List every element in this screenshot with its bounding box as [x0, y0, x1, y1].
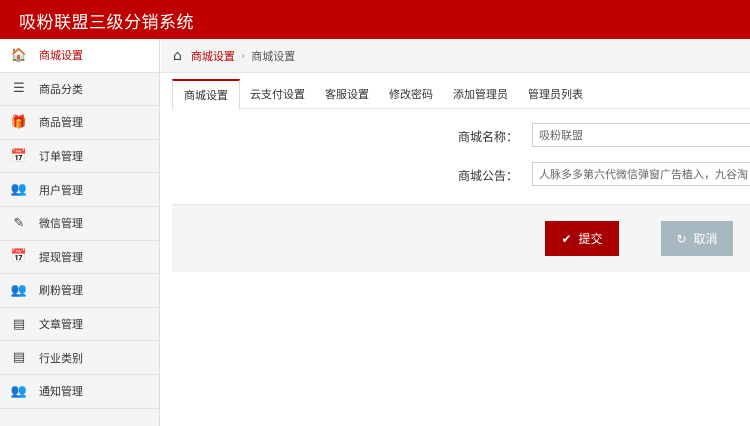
sidebar-item-mall-settings[interactable]: 🏠 商城设置 [0, 39, 159, 73]
sidebar-item-wechat-management[interactable]: ✎ 微信管理 [0, 207, 159, 241]
breadcrumb: ⌂ 商城设置 › 商城设置 [161, 39, 750, 73]
mall-notice-label: 商城公告： [457, 169, 518, 183]
home-icon[interactable]: ⌂ [173, 48, 182, 64]
users-icon: 👥 [10, 282, 28, 298]
sidebar-item-notification-management[interactable]: 👥 通知管理 [0, 375, 159, 409]
sidebar: 🏠 商城设置 ☰ 商品分类 🎁 商品管理 📅 订单管理 👥 用户管理 ✎ 微信管… [0, 39, 160, 426]
sidebar-item-label: 微信管理 [39, 217, 83, 231]
sidebar-item-label: 商品分类 [39, 82, 83, 96]
calendar-icon: 📅 [10, 249, 28, 265]
users-icon: 👥 [10, 182, 28, 198]
mall-notice-input[interactable] [532, 162, 750, 186]
sidebar-item-label: 行业类别 [39, 351, 83, 365]
cancel-button[interactable]: ↻ 取消 [661, 221, 733, 256]
gift-icon: 🎁 [10, 114, 28, 130]
tab-mall-settings[interactable]: 商城设置 [172, 79, 240, 110]
sidebar-item-label: 订单管理 [39, 150, 83, 164]
tab-admin-list[interactable]: 管理员列表 [518, 79, 593, 109]
mall-notice-row: 商城公告： [161, 162, 750, 186]
main-content: ⌂ 商城设置 › 商城设置 商城设置 云支付设置 客服设置 修改密码 添加管理员… [161, 39, 750, 426]
sidebar-item-withdrawal-management[interactable]: 📅 提现管理 [0, 241, 159, 275]
mall-name-label: 商城名称： [457, 130, 518, 144]
cancel-label: 取消 [693, 232, 718, 246]
tab-change-password[interactable]: 修改密码 [379, 79, 443, 109]
calendar-icon: 📅 [10, 148, 28, 164]
list-alt-icon: ▤ [12, 350, 26, 366]
breadcrumb-current: 商城设置 [251, 49, 296, 63]
tab-cloud-payment[interactable]: 云支付设置 [240, 79, 315, 109]
sidebar-item-label: 提现管理 [39, 250, 83, 264]
sidebar-item-label: 文章管理 [39, 318, 83, 332]
sidebar-item-article-management[interactable]: ▤ 文章管理 [0, 308, 159, 342]
sidebar-item-user-management[interactable]: 👥 用户管理 [0, 173, 159, 207]
form-actions: ✔ 提交 ↻ 取消 [172, 204, 750, 272]
sidebar-item-label: 用户管理 [39, 183, 83, 197]
chevron-right-icon: › [240, 49, 246, 62]
sidebar-item-label: 通知管理 [39, 385, 83, 399]
app-title: 吸粉联盟三级分销系统 [19, 13, 194, 33]
submit-label: 提交 [578, 232, 603, 246]
sidebar-item-product-categories[interactable]: ☰ 商品分类 [0, 73, 159, 107]
sidebar-item-label: 商城设置 [39, 49, 83, 63]
check-icon: ✔ [561, 231, 572, 246]
undo-icon: ↻ [676, 231, 687, 246]
sidebar-item-label: 商品管理 [39, 116, 83, 130]
tab-customer-service[interactable]: 客服设置 [315, 79, 379, 109]
top-header: 吸粉联盟三级分销系统 [0, 0, 750, 39]
tab-add-admin[interactable]: 添加管理员 [443, 79, 518, 109]
settings-tabs: 商城设置 云支付设置 客服设置 修改密码 添加管理员 管理员列表 [172, 79, 750, 110]
sidebar-item-fan-management[interactable]: 👥 刷粉管理 [0, 274, 159, 308]
home-icon: 🏠 [10, 47, 28, 63]
sidebar-item-product-management[interactable]: 🎁 商品管理 [0, 106, 159, 140]
mall-name-input[interactable] [532, 123, 750, 147]
list-alt-icon: ▤ [12, 316, 26, 332]
sidebar-item-label: 刷粉管理 [39, 284, 83, 298]
submit-button[interactable]: ✔ 提交 [545, 221, 619, 256]
edit-icon: ✎ [13, 215, 25, 231]
users-icon: 👥 [10, 383, 28, 399]
breadcrumb-link[interactable]: 商城设置 [191, 48, 235, 64]
list-icon: ☰ [13, 81, 25, 97]
mall-name-row: 商城名称： [161, 123, 750, 147]
sidebar-item-industry-categories[interactable]: ▤ 行业类别 [0, 341, 159, 375]
sidebar-item-order-management[interactable]: 📅 订单管理 [0, 140, 159, 174]
